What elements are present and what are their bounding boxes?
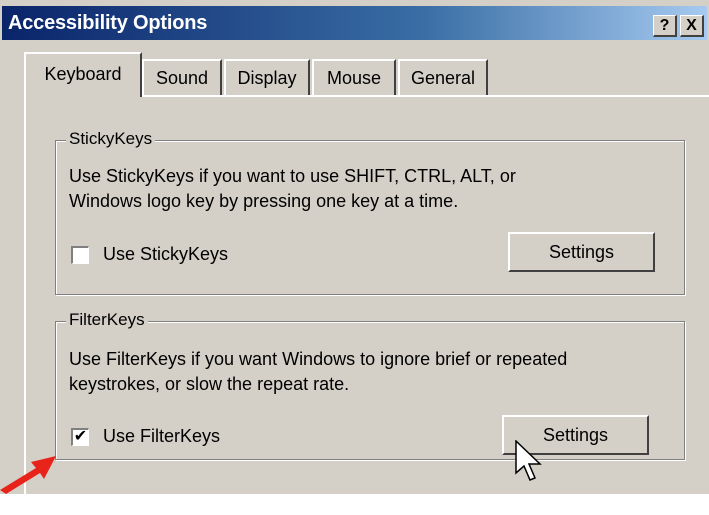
window-title: Accessibility Options [8, 12, 208, 34]
red-arrow-icon [0, 456, 56, 494]
tab-display[interactable]: Display [224, 59, 310, 95]
help-button[interactable]: ? [653, 15, 677, 37]
tab-sound[interactable]: Sound [142, 59, 222, 95]
title-bar: Accessibility Options ? X [2, 6, 707, 40]
accessibility-options-window: Accessibility Options ? X Keyboard Sound… [0, 0, 709, 515]
tab-general[interactable]: General [398, 59, 488, 95]
mouse-cursor-icon [515, 440, 542, 481]
close-button[interactable]: X [680, 15, 704, 37]
tab-mouse[interactable]: Mouse [312, 59, 396, 95]
tab-keyboard[interactable]: Keyboard [24, 52, 142, 97]
keyboard-tab-panel [24, 95, 709, 515]
